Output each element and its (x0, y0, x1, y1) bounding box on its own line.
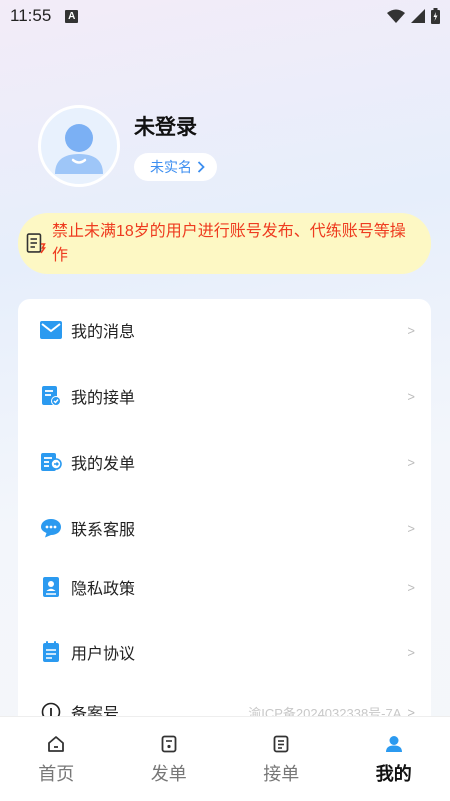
order-send-icon (40, 451, 62, 473)
username: 未登录 (134, 116, 197, 139)
notice-text: 禁止未满18岁的用户进行账号发布、代练账号等操作 (51, 222, 406, 264)
tab-publish[interactable]: 发单 (113, 717, 226, 801)
signal-icon (411, 9, 425, 23)
menu-label: 我的接单 (71, 390, 136, 407)
menu-item-privacy-policy[interactable]: 隐私政策 > (18, 567, 431, 607)
chevron-right-icon: > (407, 579, 415, 595)
menu-label: 隐私政策 (71, 581, 136, 598)
menu-label: 我的消息 (71, 324, 136, 341)
bottom-tab-bar: 首页 发单 接单 我的 (0, 716, 450, 801)
status-time: 11:55 (10, 6, 52, 25)
menu-card: 我的消息 > 我的接单 > 我的发单 > 联系客服 > 隐私政策 > 用户协议 (18, 299, 431, 729)
age-notice-banner: 禁止未满18岁的用户进行账号发布、代练账号等操作 (18, 213, 431, 274)
chevron-right-icon: > (407, 388, 415, 404)
menu-label: 联系客服 (71, 522, 136, 539)
menu-label: 我的发单 (71, 456, 136, 473)
notice-document-icon (26, 232, 46, 253)
tab-mine[interactable]: 我的 (338, 717, 450, 801)
battery-icon (431, 8, 440, 24)
verify-label: 未实名 (150, 159, 192, 175)
notification-a-icon: A (65, 9, 79, 23)
order-check-icon (40, 385, 62, 407)
home-icon (46, 734, 66, 754)
tab-home[interactable]: 首页 (0, 717, 113, 801)
menu-label: 用户协议 (71, 646, 136, 663)
chevron-right-icon: > (407, 454, 415, 470)
menu-item-my-published-orders[interactable]: 我的发单 > (18, 442, 431, 482)
chevron-right-icon: > (407, 322, 415, 338)
tab-label: 我的 (375, 764, 412, 784)
accept-icon (271, 734, 291, 754)
chevron-right-icon (197, 161, 205, 173)
avatar[interactable] (38, 105, 120, 187)
profile-header[interactable]: 未登录 未实名 (38, 105, 217, 187)
menu-item-my-accepted-orders[interactable]: 我的接单 > (18, 376, 431, 416)
agreement-icon (40, 641, 62, 663)
tab-accept[interactable]: 接单 (225, 717, 338, 801)
profile-icon (384, 734, 404, 754)
status-bar: 11:55 A (0, 0, 450, 32)
mail-icon (40, 319, 62, 341)
menu-item-customer-service[interactable]: 联系客服 > (18, 508, 431, 548)
wifi-icon (387, 9, 405, 23)
menu-item-messages[interactable]: 我的消息 > (18, 310, 431, 350)
chat-icon (40, 517, 62, 539)
chevron-right-icon: > (407, 520, 415, 536)
menu-item-user-agreement[interactable]: 用户协议 > (18, 632, 431, 672)
status-indicators (387, 8, 440, 24)
chevron-right-icon: > (407, 644, 415, 660)
privacy-icon (40, 576, 62, 598)
tab-label: 首页 (38, 764, 75, 784)
publish-icon (159, 734, 179, 754)
default-avatar-icon (55, 124, 103, 174)
tab-label: 发单 (150, 764, 187, 784)
verify-button[interactable]: 未实名 (134, 153, 217, 181)
tab-label: 接单 (263, 764, 300, 784)
